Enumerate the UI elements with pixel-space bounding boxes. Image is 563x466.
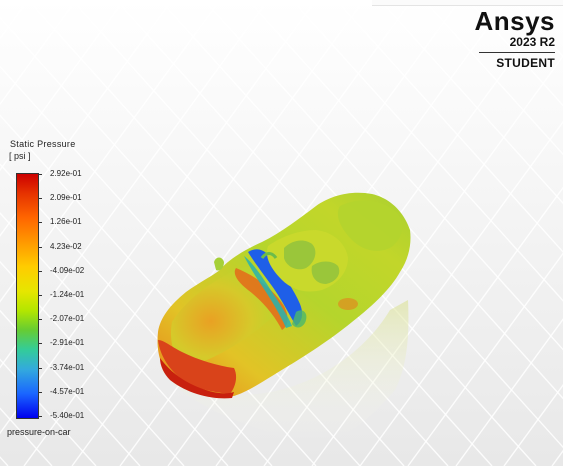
colorbar-label: 1.26e-01 <box>50 217 82 227</box>
colorbar-label: -2.07e-01 <box>50 314 85 324</box>
logo-edition: STUDENT <box>496 56 555 70</box>
rear-wheel-well <box>338 298 358 310</box>
ansys-logo: Ansys 2023 R2 STUDENT <box>469 6 555 70</box>
colorbar-unit: [ psi ] <box>9 151 31 161</box>
colorbar-tick <box>38 246 42 248</box>
logo-brand: Ansys <box>474 6 555 36</box>
colorbar-label: -2.91e-01 <box>50 338 85 348</box>
colorbar-tick <box>38 343 42 345</box>
colorbar-label: -5.40e-01 <box>50 411 85 420</box>
colorbar-label: -3.74e-01 <box>50 362 85 372</box>
colorbar-title: Static Pressure <box>10 139 76 149</box>
colorbar-tick <box>38 270 42 272</box>
colorbar-tick <box>38 319 42 321</box>
logo-divider <box>479 52 555 53</box>
colorbar-tick <box>38 416 42 417</box>
colorbar-label: 2.09e-01 <box>50 193 82 203</box>
logo-version: 2023 R2 <box>509 35 555 49</box>
colorbar-tick <box>38 367 42 369</box>
colorbar[interactable] <box>16 173 39 419</box>
colorbar-tick <box>38 391 42 393</box>
colorbar-label: -1.24e-01 <box>50 290 85 299</box>
graphics-viewport[interactable]: Ansys 2023 R2 STUDENT Static Pressure [ … <box>0 0 563 466</box>
colorbar-tick <box>38 222 42 224</box>
colorbar-tick <box>38 295 42 296</box>
colorbar-label: 2.92e-01 <box>50 169 82 178</box>
colorbar-label: 4.23e-02 <box>50 241 82 251</box>
colorbar-footer: pressure-on-car <box>7 427 71 437</box>
colorbar-tick <box>38 198 42 200</box>
colorbar-label: -4.09e-02 <box>50 265 85 275</box>
colorbar-tick <box>38 174 42 175</box>
colorbar-label: -4.57e-01 <box>50 386 85 396</box>
